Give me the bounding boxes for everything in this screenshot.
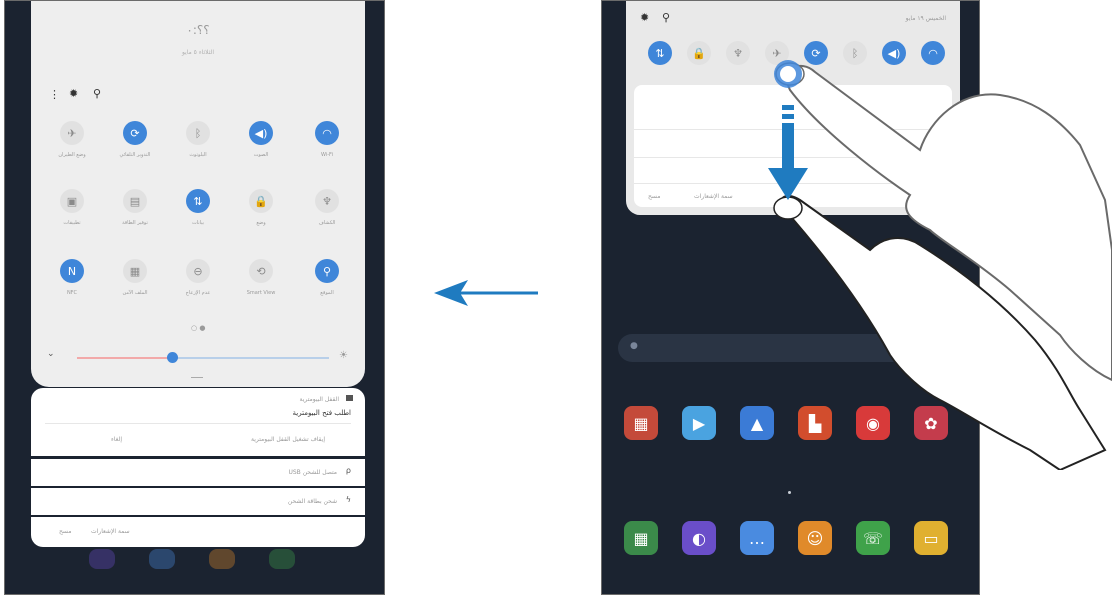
quick-setting-label: البلوتوث (189, 152, 207, 158)
quick-panel-expanded: ؟؟:٠ الثلاثاء ٥ مايو ⋮ ✹ ⚲ ✈ وضع الطيران ⟳… (31, 1, 365, 387)
quick-setting-label: عدم الإزعاج (185, 290, 211, 296)
notification-settings-button[interactable]: سمة الإشعارات (91, 528, 130, 535)
swipe-gesture-hands (768, 60, 1112, 470)
brightness-slider[interactable] (77, 352, 329, 363)
usb-icon: ρ (345, 466, 351, 475)
play-store-icon[interactable]: ▶ (682, 406, 716, 440)
quick-setting-label: الكشاف (318, 220, 336, 226)
sound-icon[interactable]: ◀) (249, 121, 273, 145)
quick-setting-label: توفير الطاقة (122, 220, 148, 226)
wifi-icon[interactable]: ◠ (315, 121, 339, 145)
mobile-data-icon[interactable]: ⇅ (648, 41, 672, 65)
notification-body: اطلب فتح البيومترية (292, 409, 351, 417)
direction-arrow (434, 280, 538, 306)
panel-handle[interactable] (191, 377, 203, 378)
screen-share-icon[interactable]: ▣ (60, 189, 84, 213)
contacts-icon[interactable]: ☺ (798, 521, 832, 555)
location-icon[interactable]: ⚲ (315, 259, 339, 283)
notification-charging-text: شحن بطاقة الشحن (287, 498, 337, 505)
quick-setting-label: الصوت (253, 152, 269, 158)
flashlight-icon[interactable]: ♆ (315, 189, 339, 213)
folder-icon[interactable]: ▦ (123, 259, 147, 283)
quick-setting-label: وضع الطيران (58, 152, 86, 158)
dock-hint (39, 549, 359, 589)
quick-setting-label: التدوير التلقائي (119, 152, 151, 158)
mobile-data-icon[interactable]: ⇅ (186, 189, 210, 213)
more-options-icon[interactable]: ⋮ (49, 88, 60, 101)
clock-time: ؟؟:٠ (186, 23, 210, 37)
notification-usb[interactable]: USB متصل للشحن ρ (31, 459, 365, 486)
quick-setting-label: NFC (66, 290, 78, 296)
quick-setting-label: Wi-Fi (321, 152, 333, 158)
mic-icon: ● (630, 341, 638, 351)
quick-setting-label: الملف الآمن (122, 290, 148, 296)
bluetooth-icon[interactable]: ᛒ (186, 121, 210, 145)
nfc-icon[interactable]: N (60, 259, 84, 283)
folder-app-icon[interactable]: ▦ (624, 406, 658, 440)
flashlight-icon[interactable]: ♆ (726, 41, 750, 65)
do-not-disturb-icon[interactable]: ⊖ (186, 259, 210, 283)
settings-gear-icon[interactable]: ✹ (640, 11, 649, 24)
quick-setting-label: بيانات (191, 220, 205, 226)
left-device-screen: ؟؟:٠ الثلاثاء ٥ مايو ⋮ ✹ ⚲ ✈ وضع الطيران ⟳… (4, 0, 385, 595)
search-icon[interactable]: ⚲ (93, 87, 101, 100)
home-page-indicator (788, 491, 791, 494)
search-icon[interactable]: ⚲ (662, 11, 670, 24)
email-icon[interactable]: ▭ (914, 521, 948, 555)
notification-app-icon (346, 395, 353, 401)
phone-icon[interactable]: ☏ (856, 521, 890, 555)
notification-biometric[interactable]: القفل البيومترية اطلب فتح البيومترية إلغ… (31, 388, 365, 456)
status-date: الخميس ١٩ مايو (905, 15, 946, 22)
lock-icon[interactable]: 🔒 (249, 189, 273, 213)
notification-action-disable[interactable]: إيقاف تشغيل القفل البيومترية (251, 436, 325, 443)
notification-footer: مسح سمة الإشعارات (31, 517, 365, 547)
airplane-icon[interactable]: ✈ (60, 121, 84, 145)
notification-action-dismiss[interactable]: إلغاء (111, 436, 122, 443)
quick-setting-label: تطبيقات (63, 220, 81, 226)
notification-settings-button[interactable]: سمة الإشعارات (694, 193, 733, 200)
brightness-sun-icon: ☀ (339, 350, 348, 361)
brightness-slider-fill (77, 357, 172, 359)
power-saving-icon[interactable]: ▤ (123, 189, 147, 213)
notification-title: القفل البيومترية (299, 396, 339, 403)
notification-usb-text: USB متصل للشحن (288, 469, 337, 476)
messages-icon[interactable]: … (740, 521, 774, 555)
smart-view-icon[interactable]: ⟲ (249, 259, 273, 283)
charging-bolt-icon: ϟ (345, 495, 351, 504)
notification-charging[interactable]: شحن بطاقة الشحن ϟ (31, 488, 365, 515)
brightness-slider-thumb[interactable] (167, 352, 178, 363)
autorotate-icon[interactable]: ⟳ (123, 121, 147, 145)
date-text: الثلاثاء ٥ مايو (181, 49, 215, 56)
quick-setting-label: الموقع (320, 290, 334, 296)
internet-icon[interactable]: ◐ (682, 521, 716, 555)
clear-all-button[interactable]: مسح (648, 193, 660, 200)
quick-setting-label: وضع (256, 220, 266, 226)
brightness-collapse-icon[interactable]: ⌄ (47, 349, 55, 359)
page-indicator: ○ ● (191, 324, 206, 332)
settings-gear-icon[interactable]: ✹ (69, 87, 78, 100)
clear-all-button[interactable]: مسح (59, 528, 71, 535)
notification-divider (45, 423, 351, 424)
quick-setting-label: Smart View (246, 290, 276, 296)
lock-icon[interactable]: 🔒 (687, 41, 711, 65)
calendar-icon[interactable]: ▦ (624, 521, 658, 555)
